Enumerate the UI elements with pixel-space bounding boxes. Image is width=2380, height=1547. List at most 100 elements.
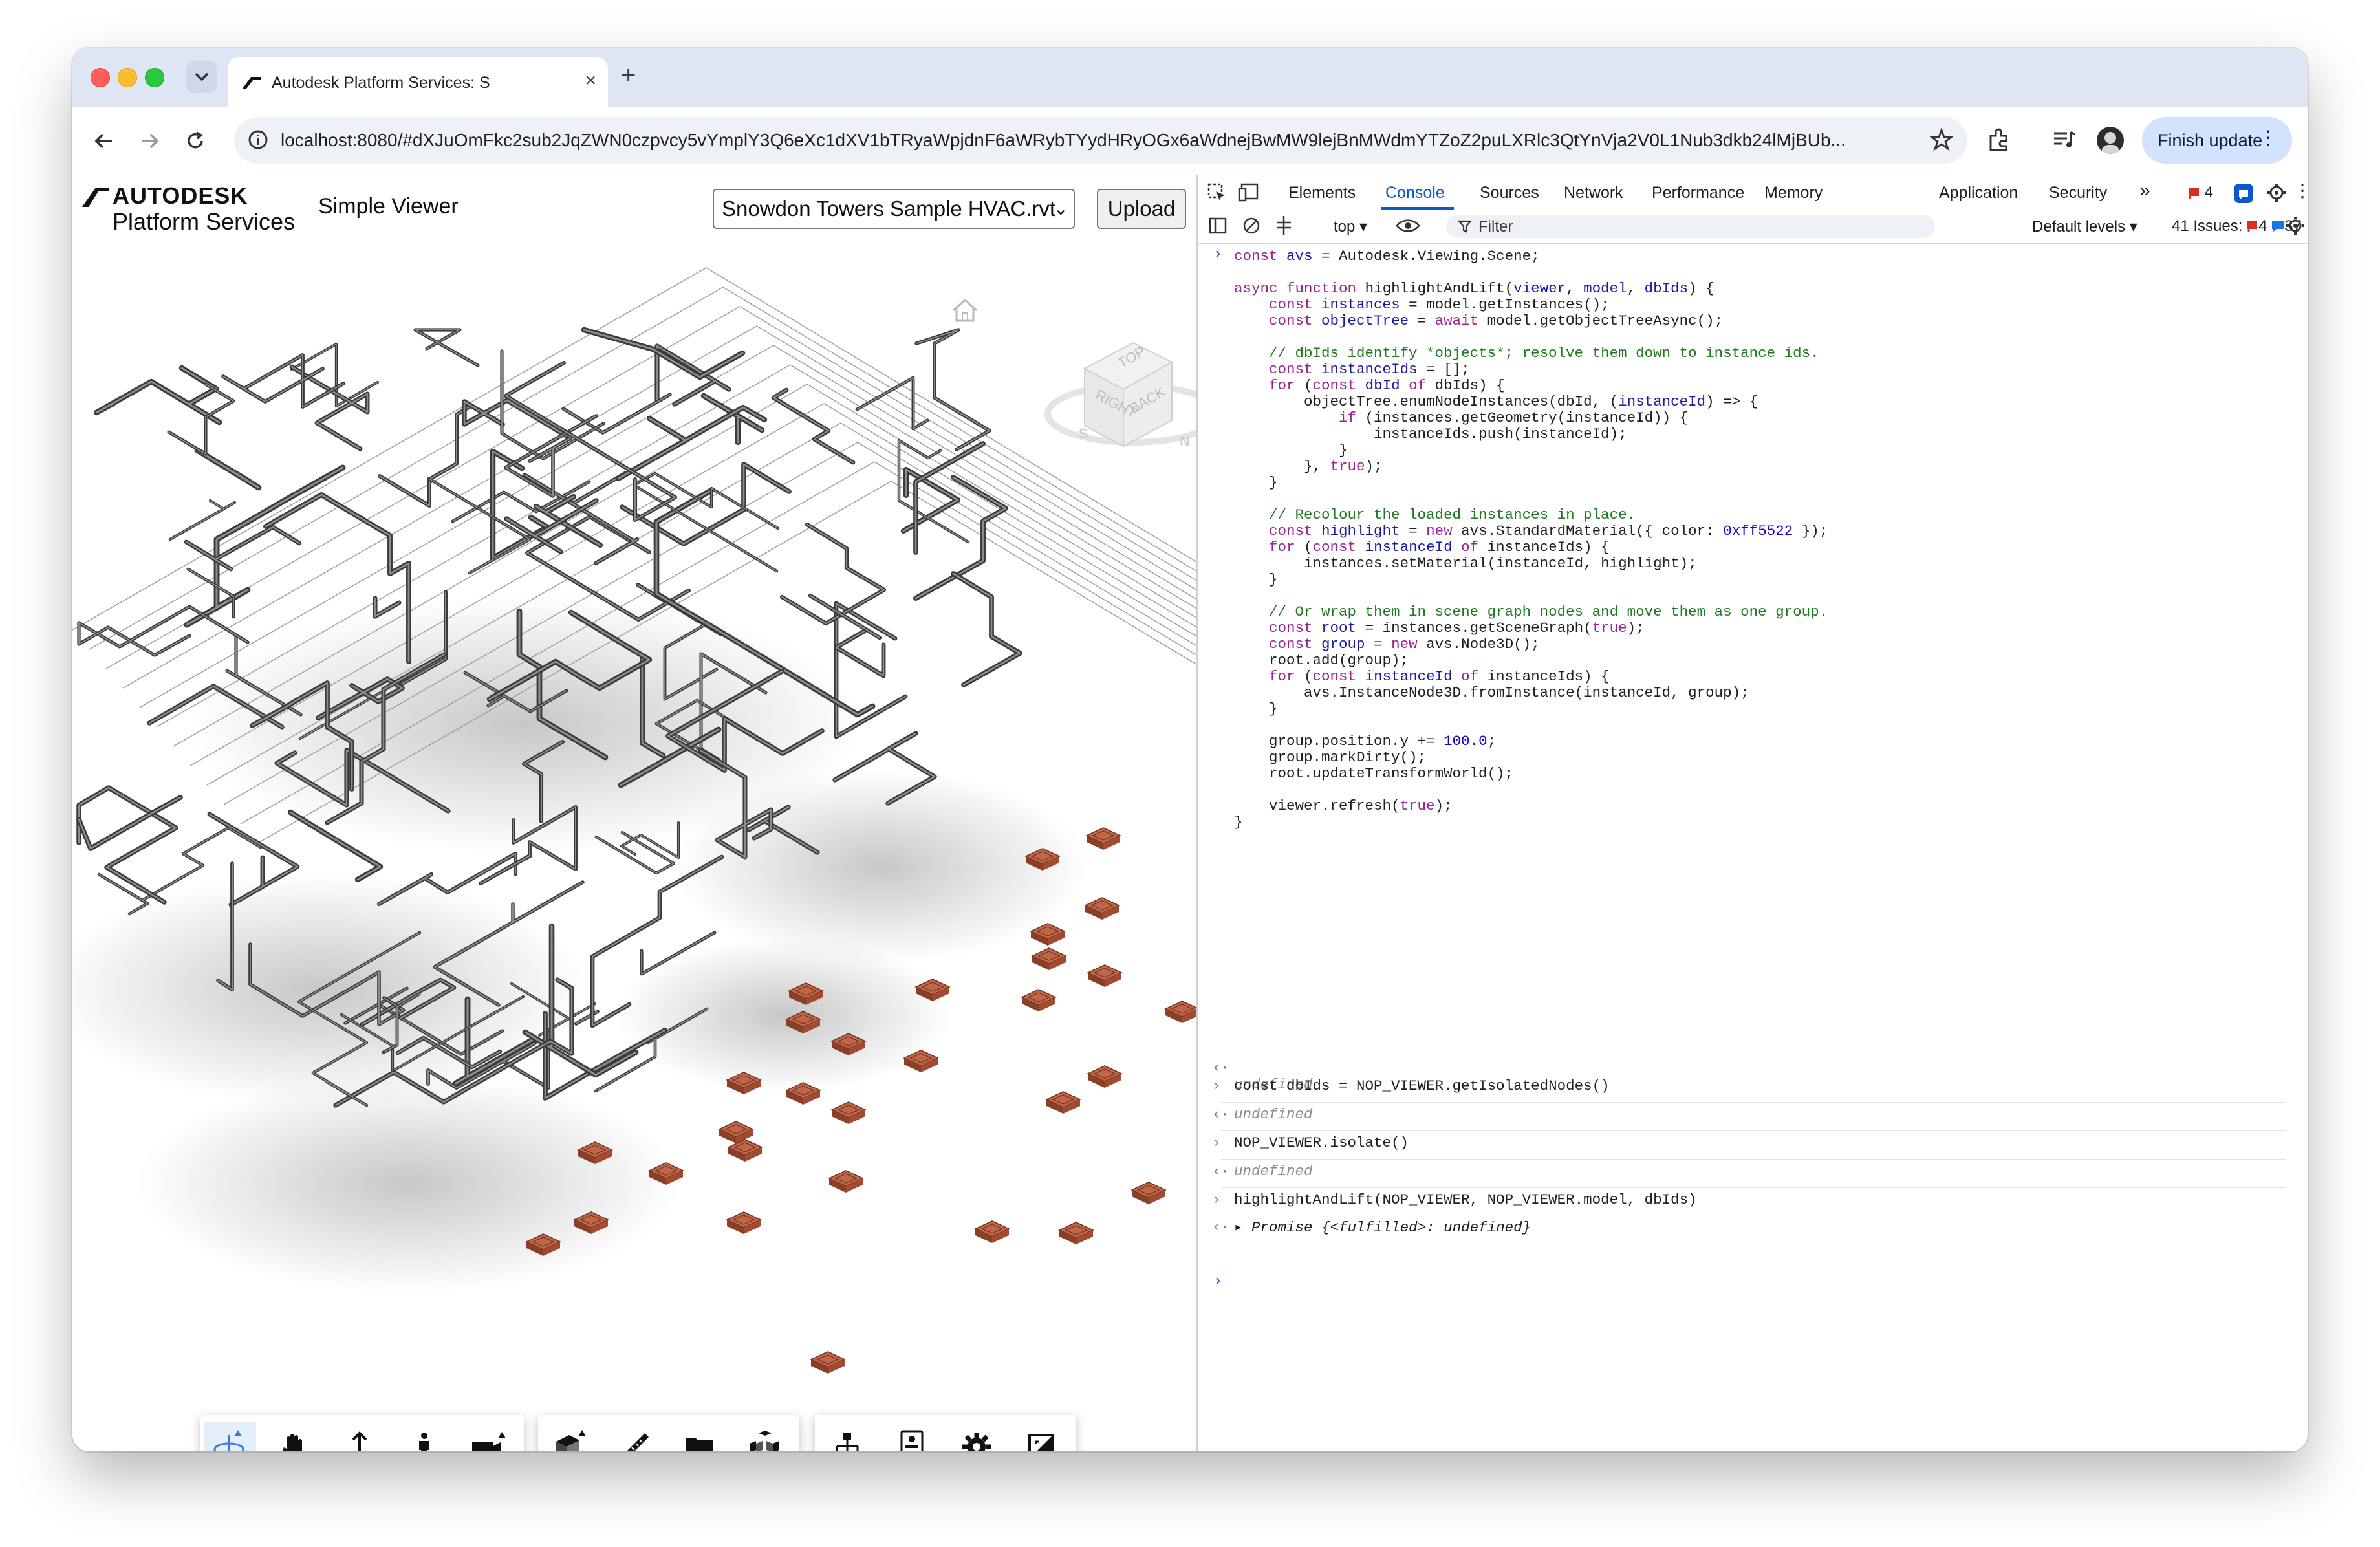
chevron-down-icon	[195, 72, 209, 81]
issues-label: 41 Issues:	[2172, 217, 2243, 235]
tab-memory[interactable]: Memory	[1764, 184, 1823, 202]
new-tab-button[interactable]: +	[621, 62, 636, 88]
console-separator	[1221, 1130, 2286, 1131]
tab-security[interactable]: Security	[2049, 184, 2107, 202]
air-diffuser	[1085, 827, 1121, 850]
model-browser-icon	[836, 1433, 859, 1451]
log-levels-dropdown[interactable]: Default levels ▾	[2032, 217, 2137, 236]
console-separator	[1221, 1187, 2286, 1188]
upload-button[interactable]: Upload	[1097, 189, 1186, 229]
floor-shadow	[137, 1074, 680, 1293]
tab-elements[interactable]: Elements	[1288, 184, 1356, 202]
clear-console-icon[interactable]	[1242, 216, 1261, 235]
devtools-menu-icon[interactable]: ⋮	[2293, 180, 2308, 201]
viewcube[interactable]: TOP RIGHT BACK W N S	[997, 298, 1196, 466]
result-arrow-icon: ‹·	[1212, 1218, 1230, 1235]
sidebar-toggle-icon[interactable]	[1208, 216, 1228, 235]
camera-tool-button[interactable]	[463, 1422, 515, 1451]
reload-button[interactable]	[181, 127, 210, 155]
model-select[interactable]: Snowdon Towers Sample HVAC.rvt ⌄	[713, 189, 1075, 229]
autodesk-favicon-icon	[243, 77, 261, 89]
folder-icon	[686, 1438, 713, 1451]
pan-tool-button[interactable]	[269, 1422, 321, 1451]
orbit-tool-button[interactable]	[204, 1422, 256, 1451]
properties-icon	[900, 1430, 924, 1451]
explode-tool-button[interactable]	[739, 1422, 790, 1451]
error-count-badge[interactable]: 4	[2187, 184, 2213, 202]
air-diffuser	[974, 1220, 1010, 1243]
console-prompt[interactable]: ›	[1213, 1273, 1222, 1290]
air-diffuser	[1021, 989, 1057, 1012]
air-diffuser	[1087, 964, 1123, 987]
arrow-left-icon	[94, 133, 112, 149]
tab-active[interactable]: Autodesk Platform Services: S ×	[228, 57, 608, 107]
context-selector[interactable]: top ▾	[1334, 217, 1367, 236]
reload-icon	[188, 131, 204, 149]
console-entry-text: undefined	[1234, 1106, 1313, 1123]
air-diffuser	[1087, 1065, 1123, 1088]
first-person-tool-button[interactable]	[398, 1422, 450, 1451]
compass-n-label: N	[1180, 433, 1190, 449]
home-icon[interactable]	[949, 298, 980, 323]
folder-tool-button[interactable]	[674, 1422, 726, 1451]
console-separator	[1221, 1159, 2286, 1160]
profile-avatar[interactable]	[2097, 127, 2124, 154]
extensions-icon[interactable]	[1987, 127, 2013, 153]
device-toolbar-icon[interactable]	[1238, 182, 1260, 203]
tab-network[interactable]: Network	[1564, 184, 1623, 202]
tab-application[interactable]: Application	[1939, 184, 2018, 202]
measure-tool-button[interactable]	[609, 1422, 661, 1451]
zoom-icon	[352, 1431, 367, 1451]
close-tab-icon[interactable]: ×	[585, 71, 596, 91]
air-diffuser	[726, 1211, 762, 1234]
devtools-tabbar: Elements Console Sources Network Perform…	[1198, 175, 2308, 210]
air-diffuser	[810, 1351, 846, 1374]
properties-button[interactable]	[886, 1422, 938, 1451]
tab-console[interactable]: Console	[1385, 184, 1445, 202]
devtools-settings-icon[interactable]	[2266, 182, 2287, 203]
finish-update-button[interactable]: Finish update ⋮	[2142, 117, 2292, 164]
create-live-expression-icon[interactable]	[1273, 215, 1295, 237]
tab-performance[interactable]: Performance	[1652, 184, 1744, 202]
forward-button[interactable]	[136, 127, 164, 155]
error-flag-icon	[2189, 188, 2199, 199]
console-entry-text: undefined	[1234, 1163, 1313, 1180]
error-flag-icon	[2247, 221, 2258, 232]
console-toolbar: top ▾ Filter Default levels ▾ 41 Issues:…	[1198, 210, 2308, 244]
result-arrow-icon: ‹·	[1212, 1163, 1230, 1180]
log-levels-value: Default levels	[2032, 218, 2126, 235]
minimize-window-button[interactable]	[118, 68, 137, 87]
tab-search-button[interactable]	[186, 61, 217, 93]
issues-counter[interactable]: 41 Issues: 4 37	[2172, 217, 2302, 235]
zoom-tool-button[interactable]	[334, 1422, 385, 1451]
model-browser-button[interactable]	[821, 1422, 873, 1451]
air-diffuser	[828, 1170, 864, 1193]
console-entry-text: NOP_VIEWER.isolate()	[1234, 1134, 1409, 1151]
orbit-icon	[213, 1430, 244, 1451]
close-window-button[interactable]	[91, 68, 110, 87]
console-filter-input[interactable]: Filter	[1446, 215, 1935, 238]
zoom-window-button[interactable]	[145, 68, 164, 87]
section-tool-button[interactable]	[545, 1422, 596, 1451]
bookmark-star-icon[interactable]	[1930, 128, 1953, 151]
back-button[interactable]	[89, 127, 118, 155]
input-chevron-icon: ›	[1213, 246, 1223, 263]
more-tabs-icon[interactable]: »	[2139, 180, 2150, 202]
viewer-pane[interactable]: AUTODESK Platform Services Simple Viewer…	[72, 175, 1196, 1451]
brand-subtitle: Platform Services	[113, 208, 296, 235]
more-menu-icon: ⋮	[2258, 127, 2278, 149]
air-diffuser	[1031, 947, 1067, 970]
inspect-element-icon[interactable]	[1207, 182, 1228, 203]
tab-strip: Autodesk Platform Services: S × +	[72, 48, 2308, 107]
tab-sources[interactable]: Sources	[1480, 184, 1539, 202]
eye-icon[interactable]	[1396, 216, 1420, 235]
fullscreen-button[interactable]	[1015, 1422, 1067, 1451]
settings-button[interactable]	[951, 1422, 1002, 1451]
measure-icon	[627, 1433, 649, 1451]
ai-assistance-icon[interactable]	[2233, 182, 2255, 204]
address-bar[interactable]: localhost:8080/#dXJuOmFkc2sub2JqZWN0czpv…	[234, 117, 1967, 164]
input-chevron-icon: ›	[1212, 1077, 1221, 1094]
console-settings-icon[interactable]	[2286, 216, 2305, 235]
site-info-icon[interactable]	[247, 129, 269, 151]
media-controls-icon[interactable]	[2051, 127, 2077, 153]
